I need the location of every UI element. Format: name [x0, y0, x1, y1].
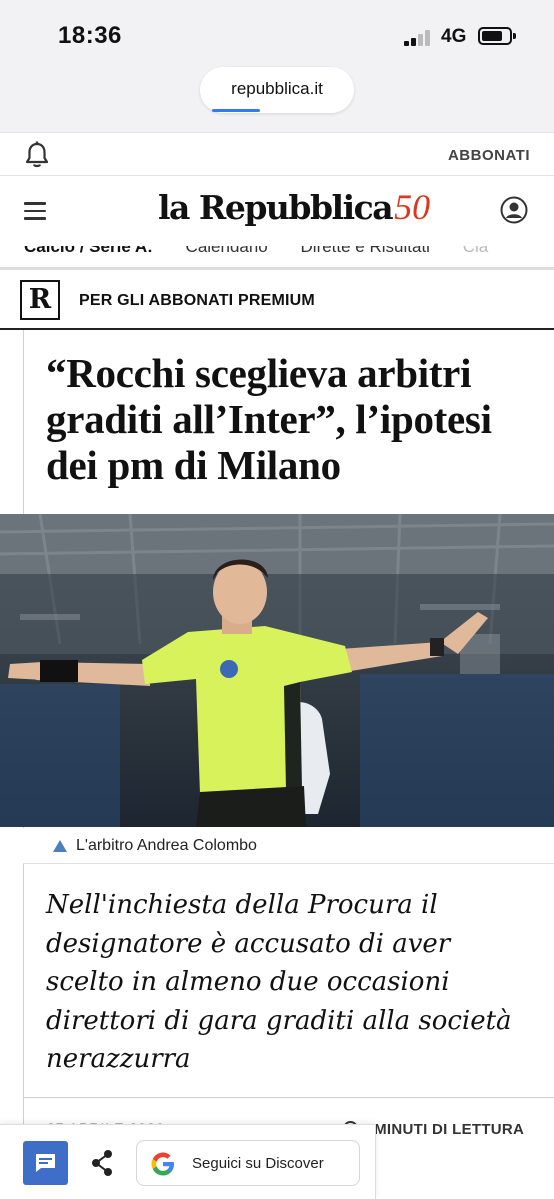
photo-caption-row: L'arbitro Andrea Colombo [23, 828, 554, 864]
subscribe-link[interactable]: ABBONATI [448, 147, 530, 164]
premium-banner: R PER GLI ABBONATI PREMIUM [0, 272, 554, 330]
hamburger-icon[interactable] [24, 202, 46, 220]
clock-time: 18:36 [58, 22, 122, 49]
subnav-item-dirette[interactable]: Dirette e Risultati [301, 246, 430, 256]
address-bar[interactable]: repubblica.it [200, 67, 354, 113]
article-summary: Nell'inchiesta della Procura il designat… [46, 890, 512, 1074]
site-logo[interactable]: la Repubblica50 [158, 186, 430, 236]
page-load-progress [212, 109, 260, 112]
subnav-item-serie-a[interactable]: Calcio / Serie A: [24, 246, 153, 256]
section-subnav: Calcio / Serie A: Calendario Dirette e R… [0, 246, 554, 270]
photo-caption: L'arbitro Andrea Colombo [76, 837, 257, 854]
discover-label: Seguici su Discover [192, 1155, 324, 1172]
logo-text: la Repubblica [158, 188, 394, 227]
rep-premium-badge: R [20, 280, 60, 320]
status-bar: 18:36 4G [0, 0, 554, 72]
bell-icon[interactable] [24, 141, 50, 169]
article-photo[interactable] [0, 514, 554, 827]
logo-anniversary: 50 [394, 187, 431, 227]
follow-on-discover-button[interactable]: Seguici su Discover [136, 1140, 360, 1186]
subnav-item-calendario[interactable]: Calendario [186, 246, 268, 256]
article-headline: “Rocchi sceglieva arbitri graditi all’In… [46, 350, 492, 488]
user-icon[interactable] [500, 196, 528, 224]
signal-strength-icon [404, 30, 434, 46]
site-header: la Repubblica50 [0, 176, 554, 246]
article-action-toolbar: Seguici su Discover [0, 1124, 376, 1199]
referee-photo-illustration [0, 514, 554, 827]
google-logo-icon [151, 1152, 174, 1176]
caption-triangle-icon [53, 840, 67, 852]
premium-label: PER GLI ABBONATI PREMIUM [79, 292, 315, 309]
subnav-item-classifica[interactable]: Cla [463, 246, 489, 256]
network-type: 4G [441, 26, 467, 47]
address-url: repubblica.it [231, 79, 323, 98]
comment-button[interactable] [23, 1141, 68, 1185]
utility-bar: ABBONATI [0, 132, 554, 176]
share-icon[interactable] [84, 1143, 120, 1183]
battery-icon [478, 27, 516, 45]
browser-address-area: repubblica.it [0, 67, 554, 132]
summary-divider [23, 1097, 554, 1098]
comment-icon [36, 1154, 55, 1172]
reading-time: 3 MINUTI DI LETTURA [361, 1121, 525, 1138]
